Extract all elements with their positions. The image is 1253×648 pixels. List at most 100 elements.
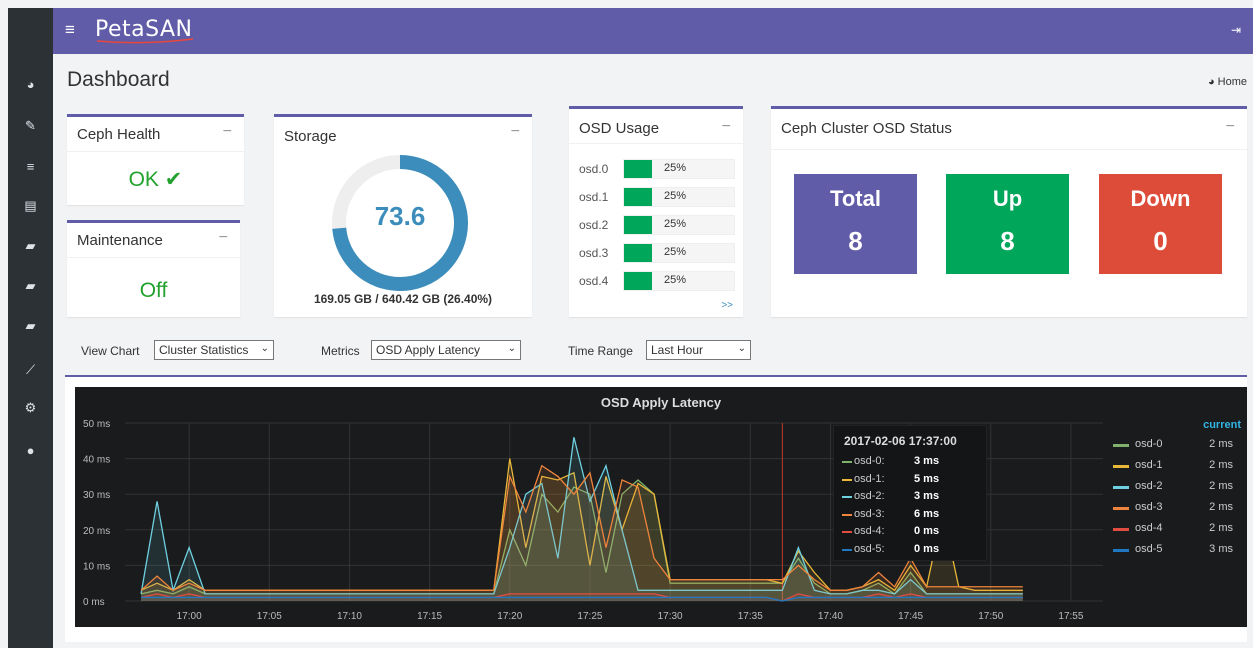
- legend-item[interactable]: osd-4 2 ms: [1113, 521, 1243, 537]
- box-header: Storage −: [274, 117, 532, 151]
- osd-name: osd.0: [579, 162, 609, 176]
- list-icon[interactable]: ≡: [8, 154, 53, 178]
- osd-usage-pct: 25%: [664, 246, 687, 258]
- folder-icon[interactable]: ▰: [8, 314, 53, 338]
- legend-name: osd-3: [1135, 501, 1163, 513]
- osd-down-tile: Down 0: [1099, 174, 1222, 274]
- osd-usage-more-link[interactable]: >>: [721, 300, 733, 311]
- legend-item[interactable]: osd-2 2 ms: [1113, 479, 1243, 495]
- latency-chart[interactable]: OSD Apply Latency 0 ms 10 ms 20 ms 30 ms 40 m…: [75, 387, 1247, 627]
- x-tick-label: 17:40: [818, 611, 843, 622]
- tooltip-series-name: osd-3:: [854, 507, 885, 520]
- osd-usage-bar: 25%: [623, 215, 735, 235]
- osd-name: osd.2: [579, 218, 609, 232]
- storage-capacity: 169.05 GB / 640.42 GB (26.40%): [313, 292, 493, 306]
- tooltip-row: osd-5: 0 ms: [842, 542, 982, 558]
- legend-value: 2 ms: [1209, 459, 1233, 471]
- osd-up-tile: Up 8: [946, 174, 1069, 274]
- tile-value: 8: [848, 226, 863, 256]
- folder-icon[interactable]: ▰: [8, 234, 53, 258]
- legend-name: osd-1: [1135, 459, 1163, 471]
- osd-usage-row: osd.1 25%: [579, 187, 739, 207]
- legend-item[interactable]: osd-3 2 ms: [1113, 500, 1243, 516]
- box-title: Maintenance: [77, 232, 163, 249]
- osd-usage-bar: 25%: [623, 187, 735, 207]
- osd-usage-fill: [624, 244, 652, 262]
- box-header: OSD Usage −: [569, 109, 743, 144]
- legend-swatch: [1113, 528, 1129, 531]
- breadcrumb-home[interactable]: Home: [1218, 76, 1247, 88]
- logo-swoosh: [96, 38, 194, 44]
- chart-tooltip: 2017-02-06 17:37:00 osd-0: 3 ms osd-1: 5 ms…: [833, 425, 987, 561]
- chart-title: OSD Apply Latency: [601, 395, 722, 410]
- legend-item[interactable]: osd-1 2 ms: [1113, 458, 1243, 474]
- tooltip-series-value: 3 ms: [914, 490, 940, 502]
- collapse-button[interactable]: −: [722, 118, 731, 136]
- collapse-button[interactable]: −: [223, 123, 232, 141]
- tooltip-series-name: osd-0:: [854, 455, 885, 467]
- legend-swatch: [1113, 486, 1129, 489]
- legend-name: osd-5: [1135, 543, 1163, 555]
- osd-usage-row: osd.2 25%: [579, 215, 739, 235]
- server-icon[interactable]: ▤: [8, 194, 53, 218]
- legend-name: osd-4: [1135, 522, 1163, 534]
- x-tick-label: 17:35: [738, 611, 763, 622]
- select-value: Last Hour: [651, 343, 704, 357]
- chevron-down-icon: ⌄: [260, 343, 269, 354]
- menu-toggle-icon[interactable]: ≡: [65, 20, 75, 40]
- legend-name: osd-2: [1135, 480, 1163, 492]
- box-title: Ceph Cluster OSD Status: [781, 120, 952, 137]
- osd-usage-row: osd.0 25%: [579, 159, 739, 179]
- collapse-button[interactable]: −: [1226, 118, 1235, 136]
- osd-usage-bar: 25%: [623, 271, 735, 291]
- osd-usage-row: osd.3 25%: [579, 243, 739, 263]
- y-tick-label: 50 ms: [83, 419, 110, 430]
- legend-header: current: [1203, 419, 1241, 431]
- tooltip-swatch: [842, 461, 852, 463]
- time-range-select[interactable]: Last Hour ⌄: [646, 340, 751, 360]
- legend-value: 2 ms: [1209, 438, 1233, 450]
- health-status: OK ✔: [128, 168, 183, 191]
- legend-item[interactable]: osd-0 2 ms: [1113, 437, 1243, 453]
- sign-out-icon[interactable]: ⇥: [1231, 23, 1241, 37]
- x-tick-label: 17:50: [978, 611, 1003, 622]
- select-value: Cluster Statistics: [159, 343, 249, 357]
- osd-usage-box: OSD Usage − osd.0 25% osd.1 25% osd.2 25% osd.…: [569, 106, 743, 317]
- tooltip-row: osd-0: 3 ms: [842, 454, 982, 470]
- x-tick-label: 17:10: [337, 611, 362, 622]
- chart-legend: current osd-0 2 ms osd-1 2 ms osd-2 2 ms osd-3 2…: [1113, 419, 1247, 579]
- legend-value: 2 ms: [1209, 501, 1233, 513]
- x-tick-label: 17:30: [658, 611, 683, 622]
- legend-item[interactable]: osd-5 3 ms: [1113, 542, 1243, 558]
- osd-usage-fill: [624, 272, 652, 290]
- check-icon: ✔: [164, 168, 183, 191]
- x-tick-label: 17:00: [177, 611, 202, 622]
- folder-icon[interactable]: ▰: [8, 274, 53, 298]
- wrench-icon[interactable]: ✎: [8, 114, 53, 138]
- osd-usage-fill: [624, 216, 652, 234]
- sidebar: ◕ ✎ ≡ ▤ ▰ ▰ ▰ ⟋ ⚙ ●: [8, 8, 53, 648]
- y-tick-label: 20 ms: [83, 526, 110, 537]
- x-tick-label: 17:20: [497, 611, 522, 622]
- osd-usage-pct: 25%: [664, 190, 687, 202]
- dashboard-icon[interactable]: ◕: [8, 72, 53, 96]
- collapse-button[interactable]: −: [511, 123, 520, 141]
- tooltip-series-name: osd-1:: [854, 472, 885, 485]
- tools-icon[interactable]: ⚙: [8, 396, 53, 420]
- chart-icon[interactable]: ⟋: [8, 358, 53, 382]
- page-title: Dashboard: [67, 68, 170, 91]
- breadcrumb[interactable]: ◕ Home: [1208, 76, 1247, 88]
- tooltip-time: 2017-02-06 17:37:00: [844, 434, 957, 448]
- osd-usage-pct: 25%: [664, 162, 687, 174]
- y-tick-label: 0 ms: [83, 597, 105, 608]
- user-icon[interactable]: ●: [8, 438, 53, 462]
- y-tick-label: 40 ms: [83, 455, 110, 466]
- tooltip-swatch: [842, 496, 852, 498]
- view-chart-select[interactable]: Cluster Statistics ⌄: [154, 340, 274, 360]
- tooltip-swatch: [842, 548, 852, 551]
- metrics-select[interactable]: OSD Apply Latency ⌄: [371, 340, 521, 360]
- view-chart-label: View Chart: [81, 344, 140, 358]
- tile-value: 0: [1153, 226, 1168, 256]
- tile-label: Down: [1130, 186, 1191, 211]
- collapse-button[interactable]: −: [219, 229, 228, 247]
